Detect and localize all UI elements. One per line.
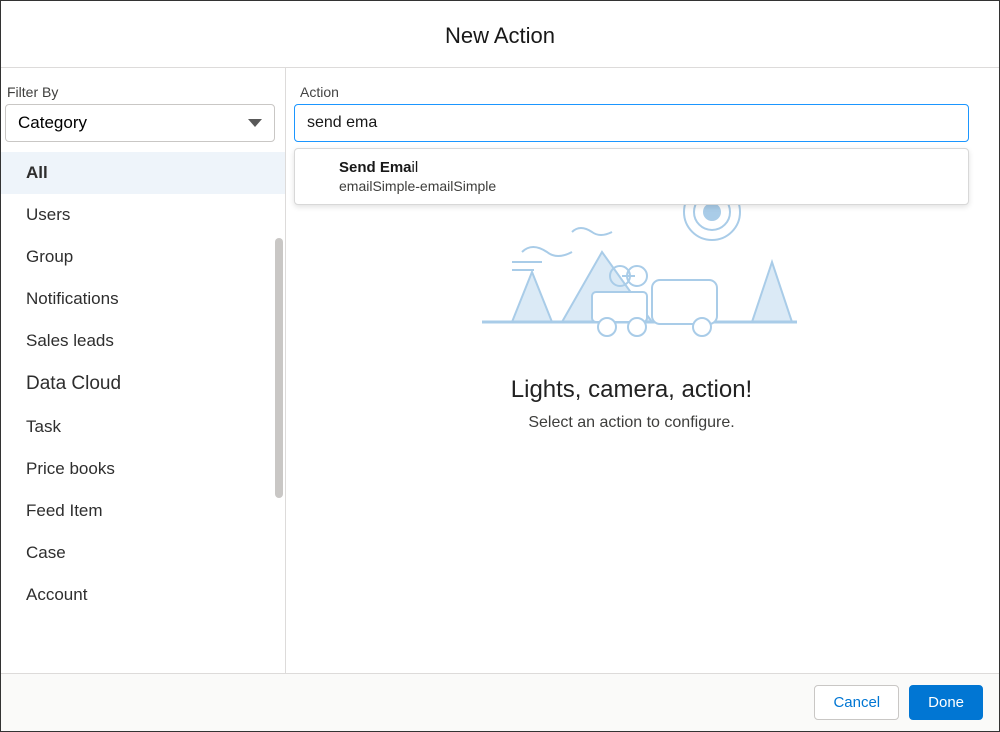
sidebar-item-account[interactable]: Account [1, 574, 285, 616]
empty-state-title: Lights, camera, action! [511, 376, 752, 404]
cancel-button[interactable]: Cancel [814, 685, 899, 720]
sidebar-item-task[interactable]: Task [1, 406, 285, 448]
sidebar-scrollbar[interactable] [275, 238, 283, 498]
sidebar-item-notifications[interactable]: Notifications [1, 278, 285, 320]
sidebar-item-data-cloud[interactable]: Data Cloud [1, 362, 285, 406]
sidebar-item-feed-item[interactable]: Feed Item [1, 490, 285, 532]
autocomplete-match-rest: il [412, 159, 419, 176]
category-select[interactable]: Category [5, 104, 275, 142]
dialog-body: Filter By Category All Users Group Notif… [1, 68, 999, 677]
empty-state-illustration: Lights, camera, action! Select an action… [294, 172, 969, 432]
sidebar-item-all[interactable]: All [1, 152, 285, 194]
action-search-input[interactable] [294, 104, 969, 142]
autocomplete-item-send-email[interactable]: Send Email emailSimple-emailSimple [295, 149, 968, 204]
autocomplete-match-bold: Send Ema [339, 159, 412, 176]
sidebar-item-group[interactable]: Group [1, 236, 285, 278]
category-list: All Users Group Notifications Sales lead… [1, 152, 285, 616]
dialog-footer: Cancel Done [1, 673, 999, 731]
dialog-title: New Action [1, 1, 999, 68]
sidebar: Filter By Category All Users Group Notif… [1, 68, 286, 677]
action-field-label: Action [300, 84, 969, 100]
action-autocomplete: Send Email emailSimple-emailSimple [294, 148, 969, 205]
empty-state-subtitle: Select an action to configure. [528, 414, 734, 432]
category-select-value: Category [18, 113, 87, 133]
main-panel: Action Send Email emailSimple-emailSimpl… [286, 68, 999, 677]
autocomplete-item-label: Send Email [339, 159, 924, 176]
filter-by-label: Filter By [1, 84, 285, 104]
done-button[interactable]: Done [909, 685, 983, 720]
sidebar-item-sales-leads[interactable]: Sales leads [1, 320, 285, 362]
chevron-down-icon [248, 119, 262, 127]
autocomplete-item-subtitle: emailSimple-emailSimple [339, 178, 924, 194]
sidebar-item-price-books[interactable]: Price books [1, 448, 285, 490]
sidebar-item-users[interactable]: Users [1, 194, 285, 236]
sidebar-item-case[interactable]: Case [1, 532, 285, 574]
